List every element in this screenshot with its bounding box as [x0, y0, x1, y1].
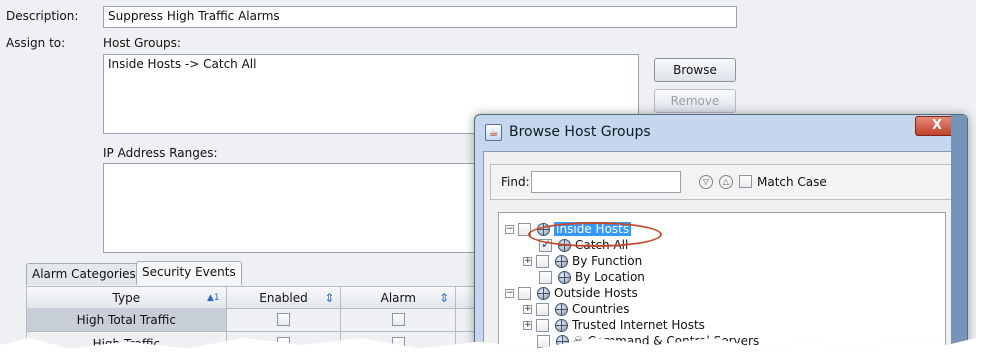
column-header-alarm[interactable]: Alarm ⇕ [341, 287, 457, 309]
alarm-cell [341, 308, 457, 332]
tree-checkbox[interactable] [536, 302, 549, 316]
find-label: Find: [501, 175, 530, 189]
browse-button[interactable]: Browse [654, 58, 736, 82]
type-cell: High Total Traffic [27, 308, 227, 332]
column-header-type[interactable]: Type ▲1 [27, 287, 227, 309]
collapse-icon[interactable]: − [505, 224, 514, 234]
find-next-icon[interactable]: ▽ [699, 175, 713, 189]
enabled-cell [226, 308, 342, 332]
tree-checkbox[interactable] [537, 334, 550, 348]
tree-checkbox[interactable] [539, 270, 552, 284]
host-group-icon [556, 334, 569, 348]
tree-checkbox[interactable] [536, 254, 549, 268]
java-app-icon: ☕ [485, 124, 502, 141]
tree-node-label: By Function [572, 254, 643, 268]
tree-node-label: Outside Hosts [554, 286, 638, 300]
find-bar: Find: ▽ △ Match Case [490, 164, 952, 200]
tree-checkbox[interactable] [536, 318, 549, 332]
tree-node-command-control[interactable]: ☠ Command & Control Servers [537, 333, 760, 348]
tree-node-label: By Location [575, 270, 645, 284]
tree-node-by-location[interactable]: By Location [539, 269, 645, 285]
alarm-checkbox[interactable] [391, 313, 405, 326]
tree-node-countries[interactable]: + Countries [523, 301, 630, 317]
match-case-label: Match Case [757, 175, 827, 189]
app-window: Description: Suppress High Traffic Alarm… [0, 0, 976, 349]
expand-icon[interactable]: + [523, 256, 532, 266]
assign-to-label: Assign to: [6, 36, 66, 50]
enabled-checkbox[interactable] [277, 313, 291, 326]
dialog-title: Browse Host Groups [509, 124, 651, 140]
match-case-checkbox[interactable] [739, 175, 752, 188]
find-previous-icon[interactable]: △ [719, 175, 733, 189]
remove-button[interactable]: Remove [654, 89, 736, 113]
host-group-icon [555, 254, 568, 268]
tree-node-label: Trusted Internet Hosts [572, 318, 705, 332]
alarm-cell [341, 332, 457, 349]
ip-ranges-label: IP Address Ranges: [103, 146, 218, 160]
type-cell: High Traffic [27, 332, 227, 349]
tree-node-outside-hosts[interactable]: − Outside Hosts [505, 285, 638, 301]
tab-security-events[interactable]: Security Events [136, 261, 242, 285]
sort-toggle-icon: ⇕ [439, 290, 450, 305]
dialog-scrollbar[interactable] [951, 115, 967, 349]
host-group-icon [558, 270, 571, 284]
skull-icon: ☠ [573, 334, 584, 348]
find-input[interactable] [531, 171, 681, 193]
sort-ascending-icon: ▲1 [206, 292, 220, 303]
host-group-icon [537, 286, 550, 300]
expand-icon[interactable]: + [523, 320, 532, 330]
host-groups-label: Host Groups: [103, 36, 181, 50]
highlight-circle [528, 222, 662, 247]
dialog-body: Find: ▽ △ Match Case − Inside Hosts Catc… [483, 151, 959, 349]
description-input[interactable]: Suppress High Traffic Alarms [103, 6, 737, 28]
tree-node-label: Command & Control Servers [587, 334, 760, 348]
enabled-checkbox[interactable] [277, 337, 291, 349]
alarm-checkbox[interactable] [391, 337, 405, 349]
collapse-icon[interactable]: − [505, 288, 514, 298]
tree-node-by-function[interactable]: + By Function [523, 253, 642, 269]
host-group-item[interactable]: Inside Hosts -> Catch All [108, 57, 256, 71]
enabled-cell [227, 332, 342, 349]
tree-node-trusted-internet-hosts[interactable]: + Trusted Internet Hosts [523, 317, 705, 333]
column-header-enabled[interactable]: Enabled ⇕ [226, 287, 342, 309]
host-group-icon [555, 318, 568, 332]
tree-node-label: Countries [572, 302, 630, 316]
tree-checkbox[interactable] [518, 286, 531, 300]
host-group-icon [555, 302, 568, 316]
description-label: Description: [6, 9, 79, 23]
sort-toggle-icon: ⇕ [324, 290, 335, 305]
expand-icon[interactable]: + [523, 304, 532, 314]
tab-alarm-categories[interactable]: Alarm Categories [26, 263, 142, 285]
